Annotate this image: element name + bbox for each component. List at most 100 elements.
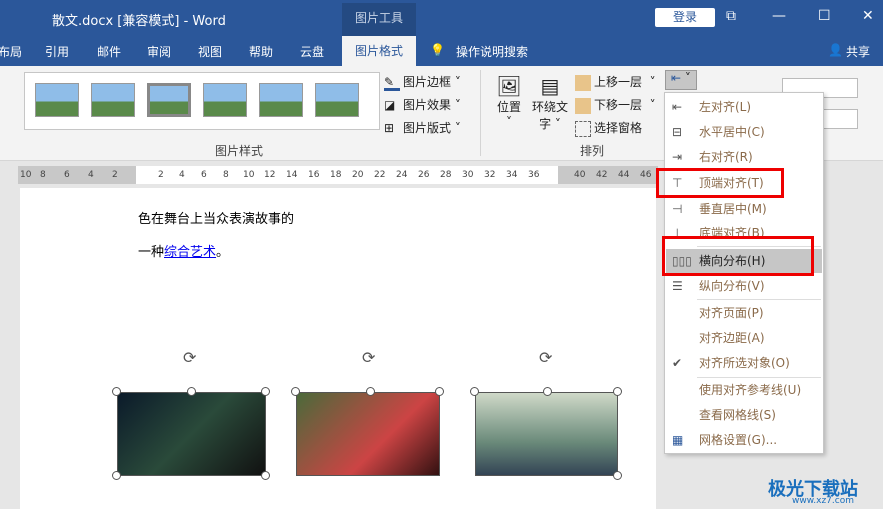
resize-handle[interactable] — [112, 387, 121, 396]
style-thumb[interactable] — [315, 83, 359, 117]
window-title: 散文.docx [兼容模式] - Word — [52, 14, 226, 29]
ruler-number: 6 — [64, 170, 70, 180]
resize-handle[interactable] — [187, 387, 196, 396]
ruler-number: 26 — [418, 170, 430, 180]
divider — [480, 70, 481, 156]
selection-pane-icon — [575, 120, 591, 137]
image-portrait[interactable] — [296, 392, 440, 476]
share-button[interactable]: 共享 — [846, 43, 870, 60]
style-thumb[interactable] — [35, 83, 79, 117]
menu-item-align-margin[interactable]: 对齐边距(A) — [666, 326, 822, 350]
ruler-number: 2 — [112, 170, 118, 180]
picture-layout-button[interactable]: ⊞ 图片版式 ˅ — [384, 119, 461, 137]
resize-handle[interactable] — [470, 387, 479, 396]
tab-references[interactable]: 引用 — [45, 43, 69, 60]
ruler-number: 20 — [352, 170, 364, 180]
menu-item-align-page[interactable]: 对齐页面(P) — [666, 301, 822, 325]
style-thumb[interactable] — [91, 83, 135, 117]
tab-picture-format[interactable]: 图片格式 — [342, 36, 417, 66]
menu-separator — [697, 299, 821, 300]
menu-item-align-left[interactable]: ⇤ 左对齐(L) — [666, 95, 822, 119]
resize-handle[interactable] — [112, 471, 121, 480]
ruler-number: 4 — [179, 170, 185, 180]
ruler-number: 10 — [243, 170, 255, 180]
picture-styles-gallery[interactable] — [24, 72, 380, 130]
maximize-button[interactable]: ☐ — [818, 8, 831, 24]
style-thumb[interactable] — [147, 83, 191, 117]
image-night-street[interactable] — [117, 392, 266, 476]
menu-item-gridlines[interactable]: 查看网格线(S) — [666, 403, 822, 427]
highlight-box — [662, 236, 814, 276]
rotate-handle-icon[interactable]: ⟳ — [183, 348, 196, 367]
picture-border-button[interactable]: ✎ 图片边框 ˅ — [384, 73, 461, 91]
position-icon: 🖼 — [496, 74, 522, 98]
resize-handle[interactable] — [613, 387, 622, 396]
ruler-number: 22 — [374, 170, 386, 180]
align-center-icon: ⊟ — [672, 125, 683, 139]
tab-view[interactable]: 视图 — [198, 43, 222, 60]
resize-handle[interactable] — [435, 387, 444, 396]
picture-effects-button[interactable]: ◪ 图片效果 ˅ — [384, 96, 461, 114]
ruler-number: 14 — [286, 170, 298, 180]
watermark-url: www.xz7.com — [792, 496, 854, 506]
ribbon-display-icon[interactable]: ⧉ — [726, 8, 736, 24]
ruler-number: 2 — [158, 170, 164, 180]
grid-icon: ▦ — [672, 433, 684, 447]
tell-me-search[interactable]: 操作说明搜索 — [456, 43, 528, 60]
menu-item-align-middle[interactable]: ⊣ 垂直居中(M) — [666, 197, 822, 221]
send-backward-button[interactable]: 下移一层 ˅ — [575, 96, 656, 114]
menu-item-distribute-vertical[interactable]: ☰ 纵向分布(V) — [666, 274, 822, 298]
login-button[interactable]: 登录 — [655, 8, 715, 27]
distribute-vertical-icon: ☰ — [672, 279, 683, 293]
menu-item-guides[interactable]: 使用对齐参考线(U) — [666, 378, 822, 402]
ruler-number: 18 — [330, 170, 342, 180]
ruler-number: 24 — [396, 170, 408, 180]
selection-pane-button[interactable]: 选择窗格 — [575, 119, 642, 137]
tab-layout[interactable]: 布局 — [0, 43, 22, 60]
hyperlink[interactable]: 综合艺术 — [164, 245, 216, 260]
tab-review[interactable]: 审阅 — [147, 43, 171, 60]
resize-handle[interactable] — [613, 471, 622, 480]
resize-handle[interactable] — [261, 471, 270, 480]
menu-item-align-selected[interactable]: ✔ 对齐所选对象(O) — [666, 351, 822, 375]
ruler-number: 32 — [484, 170, 496, 180]
text: 。 — [216, 245, 230, 260]
ruler-number: 34 — [506, 170, 518, 180]
wrap-text-button[interactable]: ▤ 环绕文字 ˅ — [531, 74, 569, 132]
close-button[interactable]: ✕ — [862, 8, 874, 24]
tab-help[interactable]: 帮助 — [249, 43, 273, 60]
ruler-number: 46 — [640, 170, 652, 180]
rotate-handle-icon[interactable]: ⟳ — [362, 348, 375, 367]
ruler-number: 10 — [20, 170, 32, 180]
ruler-number: 8 — [40, 170, 46, 180]
tab-cloud[interactable]: 云盘 — [300, 43, 324, 60]
align-left-icon: ⇤ — [671, 71, 682, 85]
picture-styles-group-label: 图片样式 — [215, 144, 264, 158]
ruler-margin — [18, 166, 136, 184]
style-thumb[interactable] — [203, 83, 247, 117]
ruler-number: 12 — [264, 170, 276, 180]
align-dropdown-button[interactable]: ⇤ ˅ — [665, 70, 697, 90]
bring-forward-button[interactable]: 上移一层 ˅ — [575, 73, 656, 91]
arrange-group-label: 排列 — [580, 144, 605, 158]
minimize-button[interactable]: — — [772, 8, 786, 24]
resize-handle[interactable] — [543, 387, 552, 396]
text: 一种 — [138, 245, 165, 260]
horizontal-ruler[interactable]: 10 8 6 4 2 2 4 6 8 10 12 14 16 18 20 22 … — [18, 166, 658, 184]
menu-item-align-right[interactable]: ⇥ 右对齐(R) — [666, 145, 822, 169]
send-backward-icon — [575, 97, 591, 114]
rotate-handle-icon[interactable]: ⟳ — [539, 348, 552, 367]
menu-item-grid-settings[interactable]: ▦ 网格设置(G)... — [666, 428, 822, 452]
ruler-number: 42 — [596, 170, 608, 180]
ruler-number: 4 — [88, 170, 94, 180]
resize-handle[interactable] — [291, 387, 300, 396]
resize-handle[interactable] — [366, 387, 375, 396]
resize-handle[interactable] — [261, 387, 270, 396]
tab-mailings[interactable]: 邮件 — [97, 43, 121, 60]
menu-item-align-center[interactable]: ⊟ 水平居中(C) — [666, 120, 822, 144]
image-city[interactable] — [475, 392, 618, 476]
ribbon-tabs: 布局 引用 邮件 审阅 视图 帮助 云盘 图片格式 💡 操作说明搜索 👤 共享 — [0, 36, 883, 66]
position-button[interactable]: 🖼 位置 ˅ — [495, 74, 523, 129]
style-thumb[interactable] — [259, 83, 303, 117]
pen-icon: ✎ — [384, 75, 400, 91]
